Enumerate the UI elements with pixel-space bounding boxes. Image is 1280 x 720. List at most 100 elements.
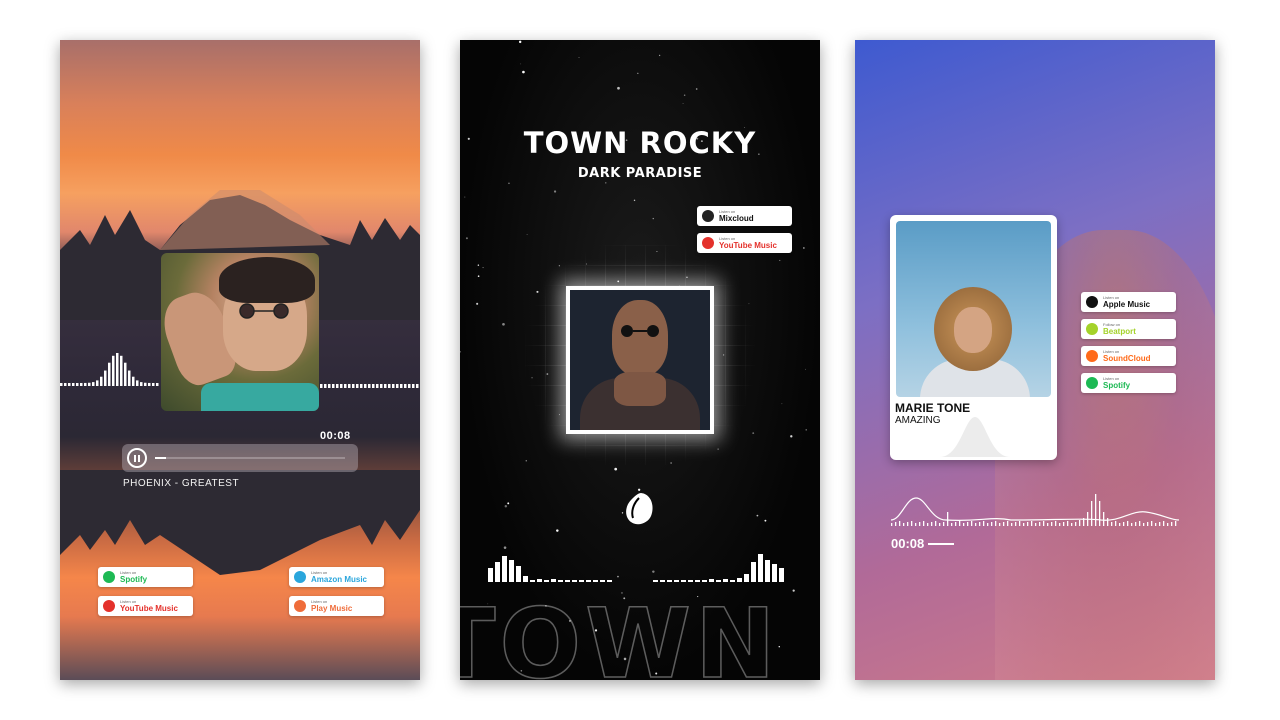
star [526,234,528,235]
eq-bar [124,362,127,386]
listen-badge-apple-music[interactable]: Listen on Apple Music [1081,292,1176,312]
badge-caption: Listen on [311,569,328,575]
eq-bar [723,579,728,582]
wave-bar [911,521,913,526]
eq-bar [80,382,83,386]
badge-caption: Listen on [1103,375,1120,381]
star [477,275,480,277]
wave-bar [1067,521,1069,526]
wave-bar [1139,521,1141,526]
envato-logo-icon [626,493,653,525]
listen-badge-amazon-music[interactable]: Listen on Amazon Music [289,567,384,587]
star [520,63,522,65]
wave-bar [1003,522,1005,526]
template-card-dark[interactable]: TOWN ROCKY DARK PARADISE Listen on Mixclo… [460,40,820,680]
badge-service-name: Play Music [311,603,353,613]
eq-bar [667,580,672,582]
template-card-purple[interactable]: MARIE TONE AMAZING Listen on Apple Music F… [855,40,1215,680]
eq-bar [400,384,403,388]
wave-bar [1135,522,1137,526]
eq-bar [688,580,693,582]
listen-badge-mixcloud[interactable]: Listen on Mixcloud [697,206,792,226]
wave-bar [895,522,897,526]
spotify-icon [1086,377,1098,389]
wave-bar [1163,521,1165,526]
song-subtitle: DARK PARADISE [577,166,703,181]
eq-bar [660,580,665,582]
wave-bar [1107,518,1109,526]
apple-music-icon [1086,296,1098,308]
star [803,247,805,249]
wave-bar [1147,522,1149,526]
spotify-icon [103,571,115,583]
star [617,86,620,90]
star [652,217,654,220]
wave-bar [1007,521,1009,526]
star [682,103,684,105]
eq-bar [593,580,598,582]
eq-bar [348,384,351,388]
listen-badge-soundcloud[interactable]: Listen on SoundCloud [1081,346,1176,366]
wave-bar [983,521,985,526]
star [805,429,807,431]
star [637,488,641,491]
eq-bar [716,580,721,582]
waveform-curve [891,497,1179,521]
wave-bar [1167,523,1169,526]
wave-bar [1047,523,1049,526]
star [781,403,783,405]
star [504,504,508,508]
star [605,182,607,184]
eq-bar [72,382,75,386]
star [465,237,468,240]
wave-bar [1075,522,1077,526]
listen-badge-youtube-music[interactable]: Listen onYouTube Music [98,596,193,616]
eq-bar [537,579,542,582]
audio-player-bar[interactable] [122,444,358,472]
wave-bar [971,521,973,526]
eq-bar [112,355,115,386]
listen-badge-spotify[interactable]: Listen on Spotify [1081,373,1176,393]
wave-bar [1079,520,1081,526]
listen-badge-beatport[interactable]: Follow on Beatport [1081,319,1176,339]
wave-bar [967,522,969,526]
badge-caption: Listen on [1103,294,1120,300]
eq-bar [579,580,584,582]
eq-bar [376,384,379,388]
badge-service-name: Apple Music [1103,299,1151,309]
eq-bar [730,580,735,582]
pause-icon[interactable] [127,448,147,468]
wave-bar [1035,523,1037,526]
star [518,40,522,44]
eq-bar [120,355,123,386]
badge-text: Listen on Spotify [1103,375,1130,390]
eq-bar [328,384,331,388]
listen-badge-spotify[interactable]: Listen on Spotify [98,567,193,587]
eq-bar [600,580,605,582]
wave-bar [1055,521,1057,526]
progress-track[interactable] [155,457,345,459]
eq-bar [144,382,147,386]
watermark-text: TOWN ROCKY [460,587,820,680]
badge-caption: Listen on [719,235,736,241]
eq-bar [372,384,375,388]
wave-bar [1051,522,1053,526]
listen-badge-play-music[interactable]: Listen on Play Music [289,596,384,616]
elapsed-time: 00:08 [320,430,351,442]
badge-service-name: SoundCloud [1103,353,1151,363]
youtube-music-icon [103,600,115,612]
badge-service-name: Spotify [120,574,148,584]
eq-bar [772,564,777,582]
star [556,529,559,532]
eq-bar [558,580,563,582]
eq-bar [653,580,658,582]
badge-service-name: Beatport [1103,326,1136,336]
template-card-sunset[interactable]: 00:08 PHOENIX - GREATEST Listen on Spotif… [60,40,420,680]
wave-bar [1039,522,1041,526]
wave-bar [1099,501,1101,526]
star [460,350,461,353]
time-dash [928,542,955,545]
eq-bar [495,562,500,582]
star [633,199,636,202]
eq-bar [140,382,143,386]
